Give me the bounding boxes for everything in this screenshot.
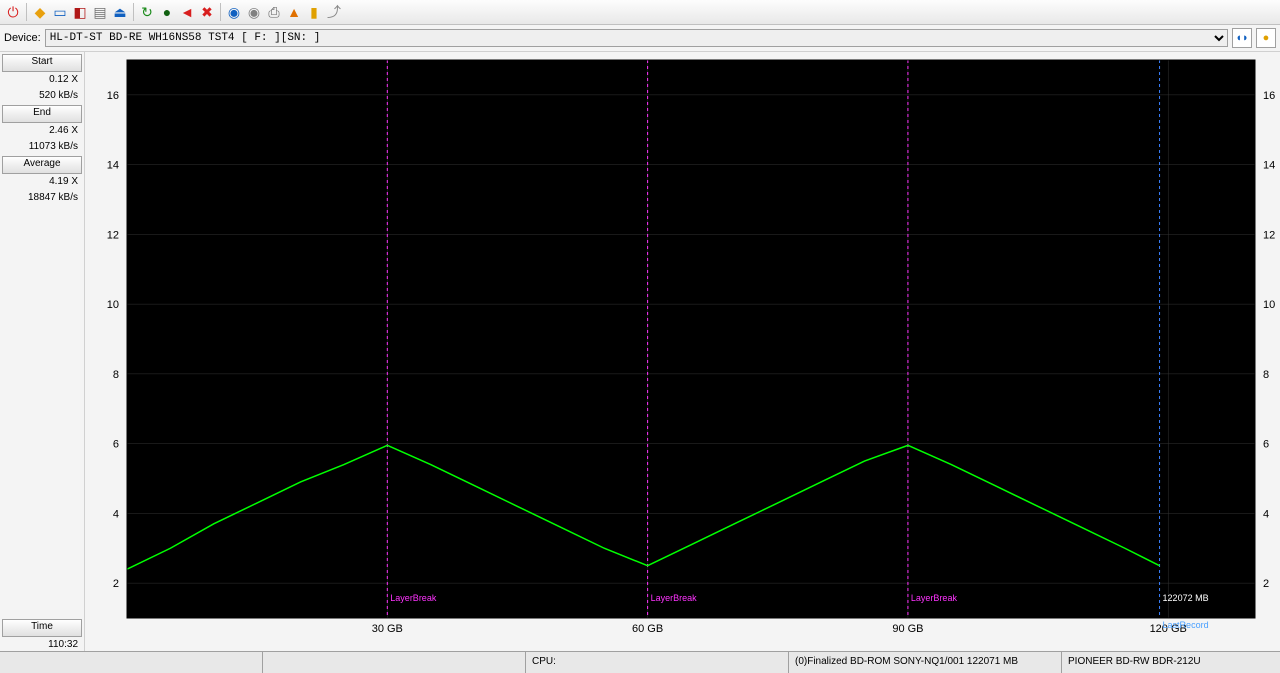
disc-grey-icon[interactable]: ◉ — [245, 3, 263, 21]
book-icon[interactable]: ◧ — [71, 3, 89, 21]
svg-text:4: 4 — [1263, 508, 1269, 520]
toolbar-separator — [133, 3, 134, 21]
svg-text:90 GB: 90 GB — [892, 623, 923, 635]
svg-text:2: 2 — [1263, 578, 1269, 590]
bars-icon[interactable]: ▮ — [305, 3, 323, 21]
screen-icon[interactable]: ▭ — [51, 3, 69, 21]
status-disc-info: (0)Finalized BD-ROM SONY-NQ1/001 122071 … — [789, 652, 1062, 673]
svg-text:8: 8 — [1263, 369, 1269, 381]
svg-text:12: 12 — [107, 229, 119, 241]
svg-text:6: 6 — [113, 439, 119, 451]
flame-icon[interactable]: ▲ — [285, 3, 303, 21]
svg-text:8: 8 — [113, 369, 119, 381]
svg-text:LastRecord: LastRecord — [1163, 620, 1209, 630]
svg-text:14: 14 — [1263, 160, 1275, 172]
refresh-green-icon[interactable]: ↻ — [138, 3, 156, 21]
svg-text:2: 2 — [113, 578, 119, 590]
svg-text:LayerBreak: LayerBreak — [651, 593, 698, 603]
toolbar-separator — [220, 3, 221, 21]
toolbar-separator — [26, 3, 27, 21]
status-writer: PIONEER BD-RW BDR-212U — [1062, 652, 1280, 673]
status-bar: CPU: (0)Finalized BD-ROM SONY-NQ1/001 12… — [0, 651, 1280, 673]
svg-text:60 GB: 60 GB — [632, 623, 663, 635]
disc-blue-icon[interactable]: ◉ — [225, 3, 243, 21]
print-icon[interactable]: ⎙ — [265, 3, 283, 21]
chart-area: 2 2 4 4 6 6 8 8 10 10 12 12 14 14 16 16 30 GB 60 GB 90 GB 1… — [85, 52, 1280, 654]
device-label: Device: — [4, 32, 41, 44]
main-area: Start 0.12 X 520 kB/s End 2.46 X 11073 k… — [0, 52, 1280, 654]
average-button[interactable]: Average — [2, 156, 82, 174]
device-bar: Device: HL-DT-ST BD-RE WH16NS58 TST4 [ F… — [0, 25, 1280, 52]
end-button[interactable]: End — [2, 105, 82, 123]
back-icon[interactable]: ◄ — [178, 3, 196, 21]
svg-text:6: 6 — [1263, 439, 1269, 451]
start-speed-kbs: 520 kB/s — [2, 89, 82, 105]
lock-button[interactable]: ● — [1256, 28, 1276, 48]
svg-text:LayerBreak: LayerBreak — [911, 593, 958, 603]
svg-text:122072 MB: 122072 MB — [1163, 593, 1209, 603]
svg-text:10: 10 — [107, 299, 119, 311]
time-button[interactable]: Time — [2, 619, 82, 637]
status-cpu: CPU: — [526, 652, 789, 673]
main-toolbar: ⏻◆▭◧▤⏏↻●◄✖◉◉⎙▲▮⤴ — [0, 0, 1280, 25]
export-icon[interactable]: ⤴ — [325, 3, 343, 21]
svg-text:12: 12 — [1263, 229, 1275, 241]
end-speed-kbs: 11073 kB/s — [2, 140, 82, 156]
start-button[interactable]: Start — [2, 54, 82, 72]
svg-text:16: 16 — [107, 90, 119, 102]
status-cell-1 — [0, 652, 263, 673]
device-select[interactable]: HL-DT-ST BD-RE WH16NS58 TST4 [ F: ][SN: … — [45, 29, 1228, 47]
end-speed-x: 2.46 X — [2, 124, 82, 140]
drive-icon[interactable]: ▤ — [91, 3, 109, 21]
power-icon[interactable]: ⏻ — [4, 3, 22, 21]
svg-text:10: 10 — [1263, 299, 1275, 311]
svg-text:16: 16 — [1263, 90, 1275, 102]
info-button[interactable]: ◖◗ — [1232, 28, 1252, 48]
status-cell-2 — [263, 652, 526, 673]
eject-icon[interactable]: ⏏ — [111, 3, 129, 21]
svg-text:4: 4 — [113, 508, 119, 520]
svg-text:14: 14 — [107, 160, 119, 172]
transfer-rate-chart: 2 2 4 4 6 6 8 8 10 10 12 12 14 14 16 16 30 GB 60 GB 90 GB 1… — [85, 52, 1280, 654]
svg-text:30 GB: 30 GB — [372, 623, 403, 635]
globe-icon[interactable]: ● — [158, 3, 176, 21]
average-speed-x: 4.19 X — [2, 175, 82, 191]
tag-icon[interactable]: ◆ — [31, 3, 49, 21]
start-speed-x: 0.12 X — [2, 73, 82, 89]
svg-text:LayerBreak: LayerBreak — [390, 593, 437, 603]
average-speed-kbs: 18847 kB/s — [2, 191, 82, 207]
stop-icon[interactable]: ✖ — [198, 3, 216, 21]
stats-sidebar: Start 0.12 X 520 kB/s End 2.46 X 11073 k… — [0, 52, 85, 654]
